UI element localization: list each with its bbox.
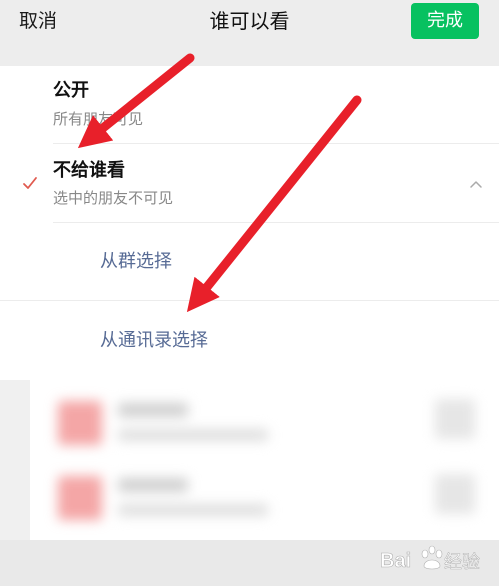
divider: [0, 300, 499, 301]
checkmark-icon: [23, 177, 37, 189]
option-hide-from-subtitle: 选中的朋友不可见: [53, 189, 174, 207]
blurred-name: [118, 403, 188, 417]
divider: [53, 143, 499, 144]
option-public-title: 公开: [53, 80, 89, 101]
chevron-up-icon[interactable]: [469, 179, 483, 189]
blurred-contact-row: [30, 458, 499, 538]
option-hide-from-title: 不给谁看: [53, 160, 125, 181]
blurred-name: [118, 478, 188, 492]
select-from-groups-link[interactable]: 从群选择: [100, 250, 172, 274]
baidu-jingyan-watermark: Bai 经验: [380, 545, 480, 573]
blurred-detail: [118, 429, 268, 441]
select-from-contacts-link[interactable]: 从通讯录选择: [100, 329, 208, 353]
svg-text:经验: 经验: [444, 552, 480, 573]
blurred-checkbox: [435, 399, 475, 439]
avatar: [58, 476, 102, 520]
option-public-subtitle: 所有朋友可见: [53, 110, 144, 128]
blurred-region: [0, 380, 30, 540]
divider: [53, 222, 499, 223]
done-button[interactable]: 完成: [411, 3, 479, 39]
blurred-checkbox: [435, 474, 475, 514]
blurred-contact-row: [30, 383, 499, 463]
blurred-detail: [118, 504, 268, 516]
svg-text:Bai: Bai: [380, 550, 411, 572]
top-bar: 取消 谁可以看 完成: [0, 0, 499, 66]
avatar: [58, 401, 102, 445]
